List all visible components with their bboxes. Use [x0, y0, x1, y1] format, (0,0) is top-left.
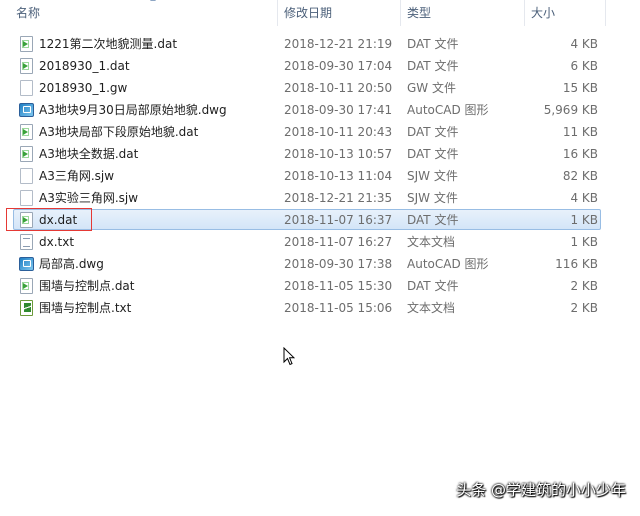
column-header-bar: 名称 修改日期 类型 大小 — [0, 0, 640, 26]
column-header-name[interactable]: 名称 — [10, 0, 276, 26]
file-size: 15 KB — [562, 81, 598, 95]
file-type: AutoCAD 图形 — [407, 103, 489, 117]
file-name: 2018930_1.gw — [39, 81, 128, 95]
file-size: 82 KB — [562, 169, 598, 183]
file-type: DAT 文件 — [407, 37, 459, 51]
file-size: 116 KB — [555, 257, 598, 271]
file-type: DAT 文件 — [407, 279, 459, 293]
file-type: GW 文件 — [407, 81, 456, 95]
file-name: A3地块9月30日局部原始地貌.dwg — [39, 103, 227, 117]
file-type: SJW 文件 — [407, 169, 458, 183]
file-modified-date: 2018-12-21 21:35 — [284, 191, 393, 205]
dat-file-icon — [20, 278, 33, 294]
file-type: DAT 文件 — [407, 59, 459, 73]
file-type: AutoCAD 图形 — [407, 257, 489, 271]
file-size: 16 KB — [562, 147, 598, 161]
file-size: 2 KB — [570, 279, 598, 293]
file-row[interactable]: A3三角网.sjw 2018-10-13 11:04 SJW 文件 82 KB — [13, 165, 601, 186]
file-name: A3地块全数据.dat — [39, 147, 139, 161]
file-row[interactable]: 围墙与控制点.txt 2018-11-05 15:06 文本文档 2 KB — [13, 297, 601, 318]
watermark-text: 头条 @学建筑的小小少年 — [456, 481, 626, 499]
file-name: 围墙与控制点.dat — [39, 279, 135, 293]
file-modified-date: 2018-11-07 16:37 — [284, 213, 393, 227]
file-name: A3实验三角网.sjw — [39, 191, 139, 205]
file-type: 文本文档 — [407, 301, 456, 315]
dat-file-icon — [20, 36, 33, 52]
file-size: 2 KB — [570, 301, 598, 315]
file-row[interactable]: 围墙与控制点.dat 2018-11-05 15:30 DAT 文件 2 KB — [13, 275, 601, 296]
blank-file-icon — [20, 168, 33, 184]
autocad-file-icon — [19, 103, 34, 117]
column-header-date[interactable]: 修改日期 — [277, 0, 399, 26]
file-size: 4 KB — [570, 191, 598, 205]
file-modified-date: 2018-09-30 17:04 — [284, 59, 393, 73]
file-name: dx.txt — [39, 235, 75, 249]
blank-file-icon — [20, 190, 33, 206]
file-size: 6 KB — [570, 59, 598, 73]
file-size: 1 KB — [570, 213, 598, 227]
text-file-green-icon — [20, 300, 33, 316]
file-size: 5,969 KB — [543, 103, 598, 117]
file-modified-date: 2018-09-30 17:41 — [284, 103, 393, 117]
autocad-file-icon — [19, 257, 34, 271]
text-file-icon — [20, 234, 33, 250]
column-header-size-label: 大小 — [531, 6, 556, 20]
mouse-cursor-icon — [283, 347, 295, 366]
column-header-type[interactable]: 类型 — [400, 0, 523, 26]
file-size: 11 KB — [562, 125, 598, 139]
column-header-name-label: 名称 — [16, 6, 41, 20]
column-header-date-label: 修改日期 — [284, 6, 333, 20]
file-name: 1221第二次地貌测量.dat — [39, 37, 178, 51]
file-row[interactable]: 2018930_1.gw 2018-10-11 20:50 GW 文件 15 KB — [13, 77, 601, 98]
file-row[interactable]: dx.dat 2018-11-07 16:37 DAT 文件 1 KB — [13, 209, 601, 230]
file-row[interactable]: 2018930_1.dat 2018-09-30 17:04 DAT 文件 6 KB — [13, 55, 601, 76]
file-row[interactable]: A3地块全数据.dat 2018-10-13 10:57 DAT 文件 16 KB — [13, 143, 601, 164]
file-row[interactable]: 1221第二次地貌测量.dat 2018-12-21 21:19 DAT 文件 4 K… — [13, 33, 601, 54]
column-header-extra — [605, 0, 640, 26]
file-name: A3三角网.sjw — [39, 169, 115, 183]
file-size: 1 KB — [570, 235, 598, 249]
file-modified-date: 2018-10-11 20:50 — [284, 81, 393, 95]
dat-file-icon — [20, 58, 33, 74]
file-modified-date: 2018-12-21 21:19 — [284, 37, 393, 51]
column-header-size[interactable]: 大小 — [524, 0, 604, 26]
file-name: A3地块局部下段原始地貌.dat — [39, 125, 199, 139]
highlight-annotation-box — [6, 208, 92, 231]
file-modified-date: 2018-11-07 16:27 — [284, 235, 393, 249]
file-type: 文本文档 — [407, 235, 456, 249]
file-type: DAT 文件 — [407, 125, 459, 139]
blank-file-icon — [20, 80, 33, 96]
file-modified-date: 2018-10-13 11:04 — [284, 169, 393, 183]
sort-ascending-icon — [150, 0, 156, 1]
dat-file-icon — [20, 124, 33, 140]
file-name: 2018930_1.dat — [39, 59, 130, 73]
dat-file-icon — [20, 146, 33, 162]
file-modified-date: 2018-11-05 15:30 — [284, 279, 393, 293]
file-modified-date: 2018-11-05 15:06 — [284, 301, 393, 315]
file-row[interactable]: 局部高.dwg 2018-09-30 17:38 AutoCAD 图形 116 KB — [13, 253, 601, 274]
file-name: 围墙与控制点.txt — [39, 301, 132, 315]
file-row[interactable]: A3地块局部下段原始地貌.dat 2018-10-11 20:43 DAT 文件 11… — [13, 121, 601, 142]
file-size: 4 KB — [570, 37, 598, 51]
file-row[interactable]: A3实验三角网.sjw 2018-12-21 21:35 SJW 文件 4 KB — [13, 187, 601, 208]
file-modified-date: 2018-10-11 20:43 — [284, 125, 393, 139]
file-modified-date: 2018-10-13 10:57 — [284, 147, 393, 161]
file-type: DAT 文件 — [407, 147, 459, 161]
file-type: DAT 文件 — [407, 213, 459, 227]
column-header-type-label: 类型 — [407, 6, 432, 20]
file-name: 局部高.dwg — [39, 257, 104, 271]
file-row[interactable]: dx.txt 2018-11-07 16:27 文本文档 1 KB — [13, 231, 601, 252]
file-row[interactable]: A3地块9月30日局部原始地貌.dwg 2018-09-30 17:41 AutoC… — [13, 99, 601, 120]
file-type: SJW 文件 — [407, 191, 458, 205]
file-modified-date: 2018-09-30 17:38 — [284, 257, 393, 271]
